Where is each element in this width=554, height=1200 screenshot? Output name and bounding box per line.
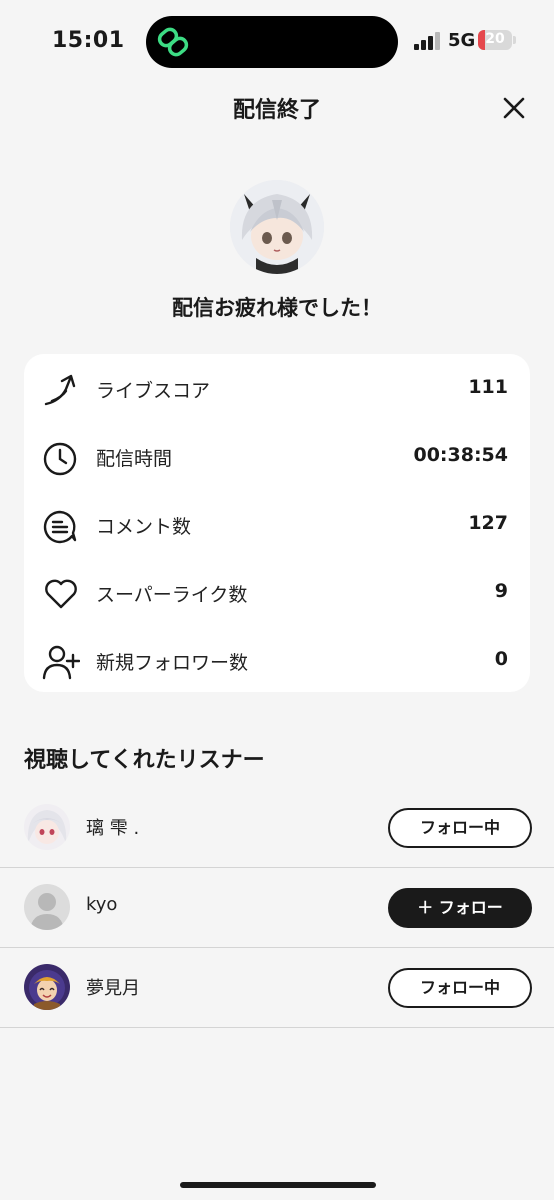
trend-arrow-icon xyxy=(44,374,76,406)
close-icon[interactable] xyxy=(500,94,528,122)
stat-label: スーパーライク数 xyxy=(96,584,248,606)
add-user-icon xyxy=(42,645,80,680)
battery-level: 20 xyxy=(485,31,505,47)
status-time: 15:01 xyxy=(52,28,125,53)
following-button[interactable]: フォロー中 xyxy=(388,968,532,1008)
stat-label: ライブスコア xyxy=(96,380,211,402)
listener-avatar[interactable] xyxy=(24,964,70,1010)
listener-name: 璃 雫 . xyxy=(86,818,140,839)
signal-icon xyxy=(414,32,440,50)
stat-super-likes: スーパーライク数 9 xyxy=(24,566,530,616)
stat-label: 新規フォロワー数 xyxy=(96,652,249,674)
streamer-avatar xyxy=(230,180,324,274)
listener-name: 夢見月 xyxy=(86,978,140,999)
stat-comments: コメント数 127 xyxy=(24,498,530,548)
following-button[interactable]: フォロー中 xyxy=(388,808,532,848)
battery-cap xyxy=(513,36,516,44)
page-title: 配信終了 xyxy=(232,98,321,123)
status-bar: 15:01 5G 20 xyxy=(0,0,554,84)
stat-value: 0 xyxy=(494,648,508,670)
stat-live-score: ライブスコア 111 xyxy=(24,362,530,412)
listener-row[interactable]: kyo ＋ フォロー xyxy=(0,868,554,948)
home-indicator[interactable] xyxy=(180,1182,376,1188)
battery-icon: 20 xyxy=(478,30,512,50)
stat-value: 00:38:54 xyxy=(413,444,508,466)
network-type: 5G xyxy=(448,30,476,51)
stat-stream-duration: 配信時間 00:38:54 xyxy=(24,430,530,480)
clock-icon xyxy=(43,442,77,476)
dynamic-island xyxy=(146,16,398,68)
listener-row[interactable]: 璃 雫 . フォロー中 xyxy=(0,788,554,868)
heart-icon xyxy=(45,579,77,609)
comment-icon xyxy=(43,510,77,544)
stat-label: 配信時間 xyxy=(96,448,173,470)
thanks-message: 配信お疲れ様でした！ xyxy=(172,296,382,320)
listener-avatar[interactable] xyxy=(24,804,70,850)
stat-label: コメント数 xyxy=(96,516,192,538)
listener-name: kyo xyxy=(86,894,118,915)
listener-row[interactable]: 夢見月 フォロー中 xyxy=(0,948,554,1028)
link-icon xyxy=(157,27,189,57)
stat-value: 111 xyxy=(468,376,508,398)
stat-new-followers: 新規フォロワー数 0 xyxy=(24,634,530,684)
follow-button[interactable]: ＋ フォロー xyxy=(388,888,532,928)
listeners-title: 視聴してくれたリスナー xyxy=(24,748,265,773)
stat-value: 127 xyxy=(468,512,508,534)
stat-value: 9 xyxy=(494,580,508,602)
default-avatar-icon[interactable] xyxy=(24,884,70,930)
stats-card: ライブスコア 111 配信時間 00:38:54 コメント数 127 スーパーラ… xyxy=(24,354,530,692)
